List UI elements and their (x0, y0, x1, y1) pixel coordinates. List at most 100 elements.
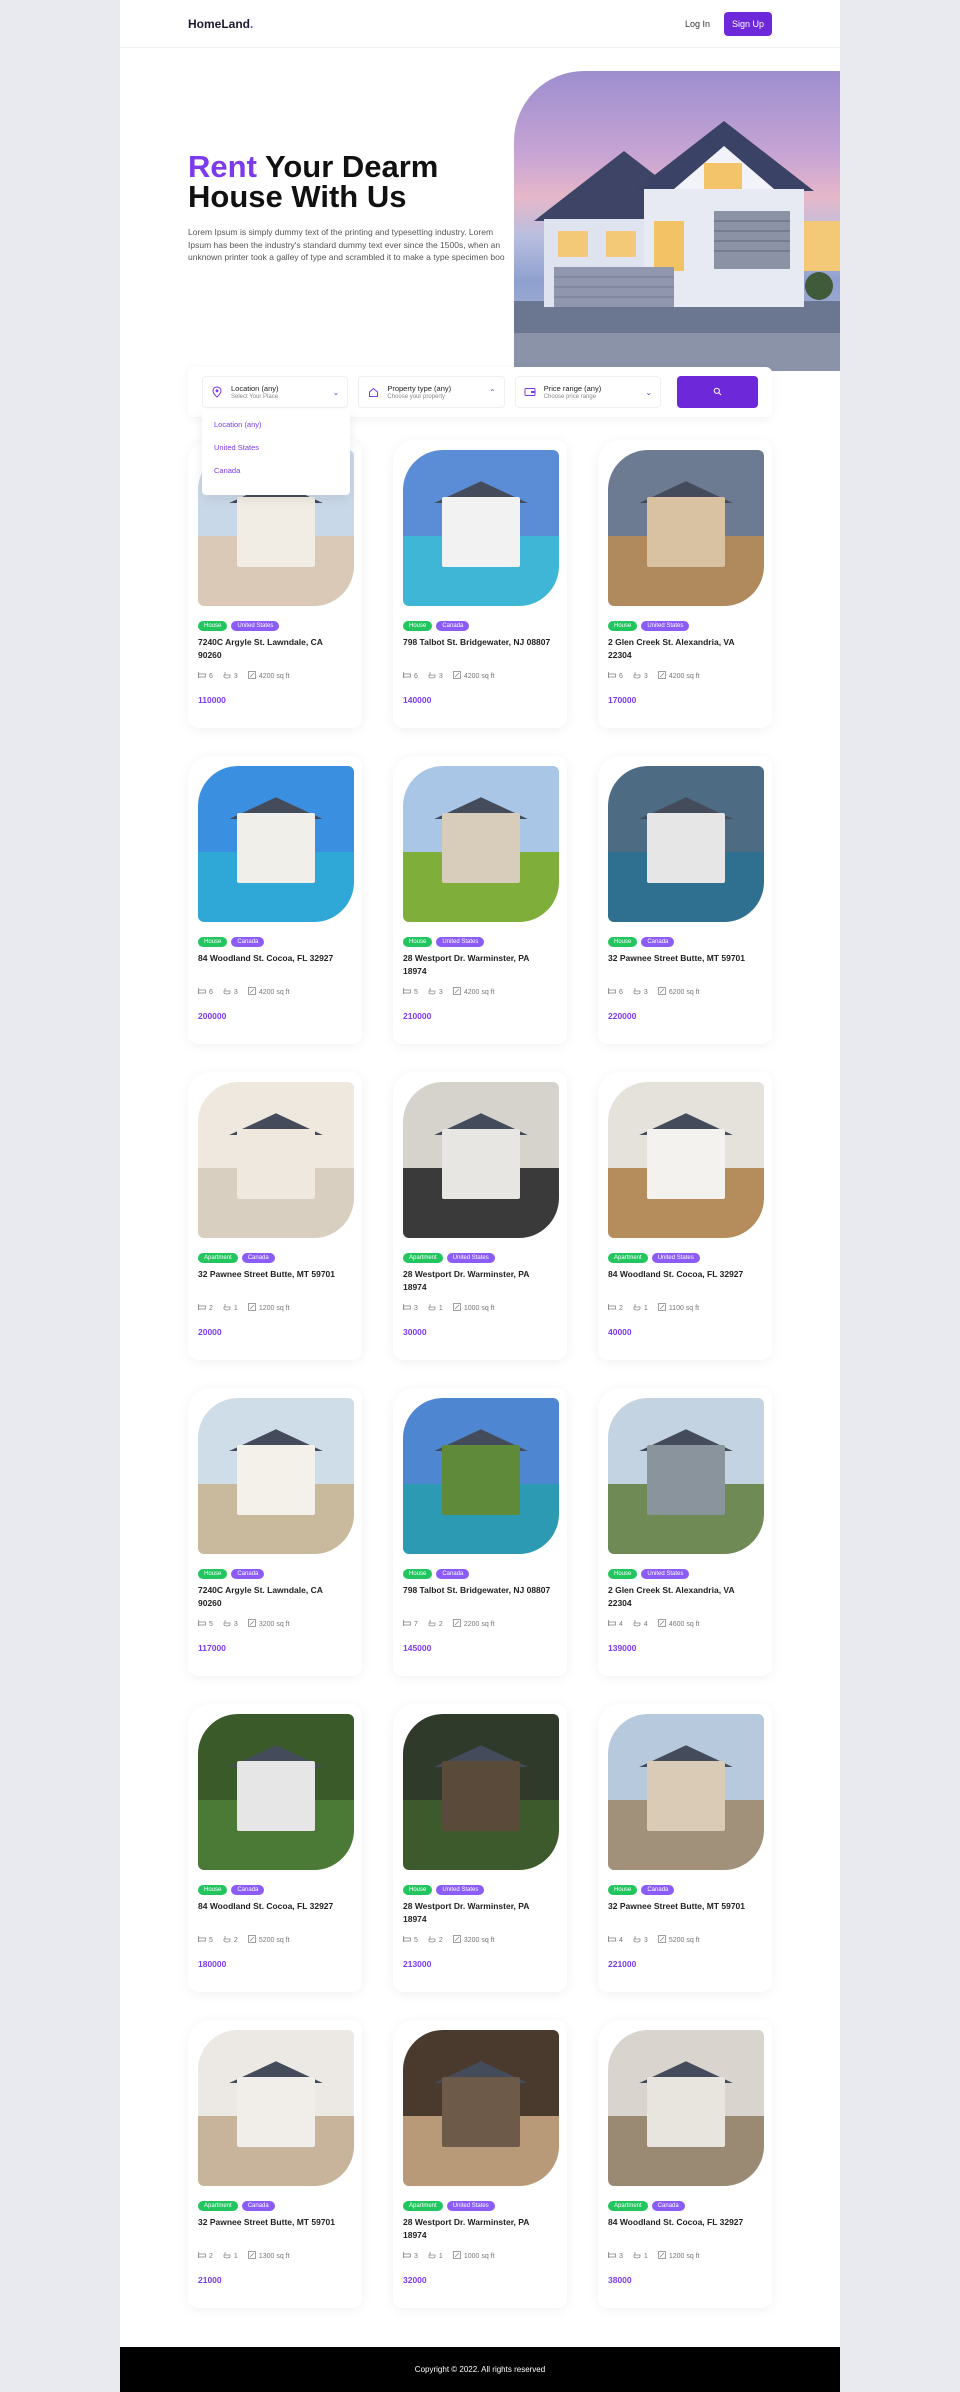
listing-card[interactable]: House United States 28 Westport Dr. Warmin… (393, 1704, 567, 1992)
property-photo[interactable] (608, 1398, 764, 1554)
property-photo[interactable] (403, 766, 559, 922)
area-icon (247, 671, 256, 681)
hero-text: Rent Your Dearm House With Us Lorem Ipsu… (188, 151, 518, 264)
listing-card[interactable]: House Canada 84 Woodland St. Cocoa, FL 329… (188, 756, 362, 1044)
property-photo[interactable] (608, 1082, 764, 1238)
chevron-down-icon: ⌄ (645, 387, 653, 397)
property-photo[interactable] (198, 1082, 354, 1238)
country-badge: Canada (231, 1885, 265, 1895)
location-option[interactable]: Canada (214, 466, 338, 489)
logo[interactable]: HomeLand. (188, 17, 253, 31)
listing-card[interactable]: House United States 2 Glen Creek St. Alexa… (598, 1388, 772, 1676)
price-range-select[interactable]: Price range (any) Choose price range ⌄ (514, 376, 662, 408)
property-address[interactable]: 798 Talbot St. Bridgewater, NJ 08807 (403, 636, 553, 649)
property-photo[interactable] (198, 1398, 354, 1554)
area-icon (452, 1619, 461, 1629)
listing-card[interactable]: Apartment United States 84 Woodland St. Co… (598, 1072, 772, 1360)
property-price: 170000 (608, 695, 637, 705)
bedroom-count: 6 (414, 672, 418, 680)
area-icon (247, 1935, 256, 1945)
bathroom-count: 1 (438, 2252, 443, 2260)
listing-card[interactable]: Apartment Canada 32 Pawnee Street Butte, M… (188, 1072, 362, 1360)
property-type-badge: Apartment (198, 2201, 238, 2211)
location-option[interactable]: United States (214, 443, 338, 466)
listing-card[interactable]: Apartment United States 28 Westport Dr. Wa… (393, 2020, 567, 2308)
property-photo[interactable] (198, 766, 354, 922)
property-photo[interactable] (403, 1082, 559, 1238)
area-icon (247, 987, 256, 997)
property-photo[interactable] (608, 2030, 764, 2186)
property-address[interactable]: 32 Pawnee Street Butte, MT 59701 (608, 1900, 758, 1913)
property-address[interactable]: 2 Glen Creek St. Alexandria, VA 22304 (608, 1584, 758, 1609)
property-price: 180000 (198, 1959, 227, 1969)
property-photo[interactable] (198, 2030, 354, 2186)
bath-icon (428, 2251, 436, 2261)
signup-button[interactable]: Sign Up (723, 11, 772, 36)
location-select[interactable]: Location (any) Select Your Place ⌄ (202, 376, 349, 408)
property-address[interactable]: 28 Westport Dr. Warminster, PA 18974 (403, 1268, 553, 1293)
bedroom-count: 3 (619, 2252, 623, 2260)
property-address[interactable]: 84 Woodland St. Cocoa, FL 32927 (608, 1268, 758, 1281)
area-size: 3200 sq ft (463, 1936, 495, 1944)
bathroom-count: 3 (643, 988, 648, 996)
listing-card[interactable]: Apartment United States 28 Westport Dr. Wa… (393, 1072, 567, 1360)
country-badge: Canada (436, 621, 470, 631)
area-icon (657, 671, 666, 681)
listing-card[interactable]: House Canada 798 Talbot St. Bridgewater, N… (393, 440, 567, 728)
property-photo[interactable] (608, 1714, 764, 1870)
bath-icon (633, 987, 641, 997)
country-badge: United States (231, 621, 280, 631)
bath-icon (633, 1619, 641, 1629)
property-photo[interactable] (198, 1714, 354, 1870)
property-price: 117000 (198, 1643, 226, 1653)
property-address[interactable]: 84 Woodland St. Cocoa, FL 32927 (608, 2216, 758, 2229)
property-type-select[interactable]: Property type (any) Choose your property … (358, 376, 505, 408)
area-size: 1000 sq ft (463, 1304, 495, 1312)
property-address[interactable]: 32 Pawnee Street Butte, MT 59701 (198, 2216, 348, 2229)
area-icon (452, 987, 461, 997)
bed-icon (403, 671, 411, 681)
listing-card[interactable]: Apartment Canada 32 Pawnee Street Butte, M… (188, 2020, 362, 2308)
country-badge: United States (436, 937, 485, 947)
property-photo[interactable] (403, 1714, 559, 1870)
listing-card[interactable]: House Canada 7240C Argyle St. Lawndale, CA… (188, 1388, 362, 1676)
property-price: 220000 (608, 1011, 637, 1021)
property-type-badge: House (198, 1569, 228, 1579)
property-address[interactable]: 798 Talbot St. Bridgewater, NJ 08807 (403, 1584, 553, 1597)
property-address[interactable]: 2 Glen Creek St. Alexandria, VA 22304 (608, 636, 758, 661)
bath-icon (223, 1935, 231, 1945)
property-photo[interactable] (403, 2030, 559, 2186)
property-photo[interactable] (403, 450, 559, 606)
country-badge: United States (446, 1253, 495, 1263)
bathroom-count: 3 (438, 672, 443, 680)
property-address[interactable]: 7240C Argyle St. Lawndale, CA 90260 (198, 1584, 348, 1609)
property-photo[interactable] (608, 450, 764, 606)
search-button[interactable] (677, 376, 758, 408)
property-address[interactable]: 28 Westport Dr. Warminster, PA 18974 (403, 952, 553, 977)
bathroom-count: 2 (438, 1620, 443, 1628)
listing-card[interactable]: House United States 2 Glen Creek St. Alexa… (598, 440, 772, 728)
property-photo[interactable] (403, 1398, 559, 1554)
listing-card[interactable]: Apartment Canada 84 Woodland St. Cocoa, FL… (598, 2020, 772, 2308)
listing-card[interactable]: House United States 28 Westport Dr. Warmin… (393, 756, 567, 1044)
bathroom-count: 3 (438, 988, 443, 996)
property-address[interactable]: 28 Westport Dr. Warminster, PA 18974 (403, 1900, 553, 1925)
bedroom-count: 5 (209, 1620, 213, 1628)
property-address[interactable]: 84 Woodland St. Cocoa, FL 32927 (198, 952, 348, 965)
area-icon (452, 2251, 461, 2261)
listing-card[interactable]: House Canada 32 Pawnee Street Butte, MT 59… (598, 1704, 772, 1992)
bedroom-count: 2 (619, 1304, 623, 1312)
login-link[interactable]: Log In (685, 19, 710, 29)
property-type-badge: House (608, 621, 638, 631)
property-type-badge: House (608, 937, 638, 947)
property-address[interactable]: 32 Pawnee Street Butte, MT 59701 (198, 1268, 348, 1281)
location-option[interactable]: Location (any) (214, 420, 338, 443)
listing-card[interactable]: House Canada 32 Pawnee Street Butte, MT 59… (598, 756, 772, 1044)
property-photo[interactable] (608, 766, 764, 922)
property-address[interactable]: 28 Westport Dr. Warminster, PA 18974 (403, 2216, 553, 2241)
listing-card[interactable]: House Canada 798 Talbot St. Bridgewater, N… (393, 1388, 567, 1676)
property-address[interactable]: 7240C Argyle St. Lawndale, CA 90260 (198, 636, 348, 661)
property-address[interactable]: 32 Pawnee Street Butte, MT 59701 (608, 952, 758, 965)
listing-card[interactable]: House Canada 84 Woodland St. Cocoa, FL 329… (188, 1704, 362, 1992)
property-address[interactable]: 84 Woodland St. Cocoa, FL 32927 (198, 1900, 348, 1913)
